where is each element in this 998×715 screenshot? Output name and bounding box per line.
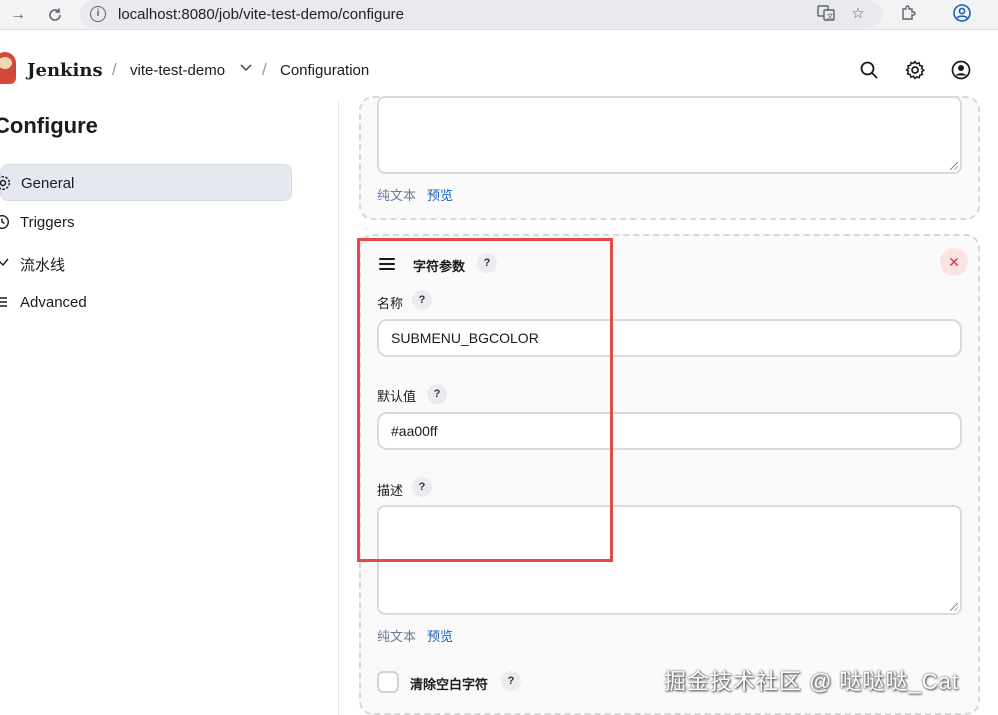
breadcrumb-separator: / bbox=[112, 60, 117, 79]
url-text: localhost:8080/job/vite-test-demo/config… bbox=[118, 6, 404, 23]
preview-link[interactable]: 预览 bbox=[427, 185, 453, 204]
address-bar[interactable]: i localhost:8080/job/vite-test-demo/conf… bbox=[80, 0, 882, 28]
advanced-icon bbox=[0, 294, 10, 310]
reload-icon[interactable] bbox=[43, 3, 67, 27]
sidebar-item-label: Triggers bbox=[20, 214, 75, 231]
brand-name[interactable]: Jenkins bbox=[27, 60, 103, 81]
resize-grip-icon[interactable] bbox=[950, 162, 958, 170]
page-title: Configure bbox=[0, 113, 98, 138]
highlight-box bbox=[357, 238, 613, 562]
user-account-icon[interactable] bbox=[951, 60, 971, 80]
clock-icon bbox=[0, 214, 10, 230]
sidebar-item-triggers[interactable]: Triggers bbox=[0, 204, 292, 241]
svg-text:文: 文 bbox=[827, 12, 834, 21]
trim-checkbox[interactable] bbox=[377, 671, 399, 693]
pipeline-icon bbox=[0, 254, 10, 270]
gear-icon bbox=[0, 175, 11, 191]
sidebar-item-advanced[interactable]: Advanced bbox=[0, 284, 292, 321]
forward-icon[interactable]: → bbox=[6, 3, 30, 27]
translate-icon[interactable]: 文 bbox=[816, 4, 836, 24]
breadcrumb-separator: / bbox=[262, 60, 267, 79]
plain-text-link[interactable]: 纯文本 bbox=[377, 185, 416, 204]
resize-grip-icon[interactable] bbox=[950, 603, 958, 611]
profile-icon[interactable] bbox=[952, 4, 972, 24]
preview-link[interactable]: 预览 bbox=[427, 626, 453, 645]
jenkins-header: Jenkins / vite-test-demo / Configuration bbox=[0, 38, 998, 102]
bookmark-star-icon[interactable]: ☆ bbox=[848, 4, 868, 24]
sidebar-item-label: 流水线 bbox=[20, 257, 66, 274]
chevron-down-icon[interactable] bbox=[238, 59, 254, 75]
sidebar-item-general[interactable]: General bbox=[0, 164, 292, 201]
breadcrumb-job[interactable]: vite-test-demo bbox=[130, 62, 225, 79]
jenkins-logo[interactable] bbox=[0, 52, 16, 84]
browser-toolbar: → i localhost:8080/job/vite-test-demo/co… bbox=[0, 0, 998, 30]
sidebar-item-label: General bbox=[21, 175, 75, 192]
help-icon[interactable]: ? bbox=[501, 671, 521, 691]
gear-icon[interactable] bbox=[905, 60, 926, 80]
plain-text-link[interactable]: 纯文本 bbox=[377, 626, 416, 645]
watermark-text: 掘金技术社区 @ 哒哒哒_Cat bbox=[664, 669, 960, 694]
extensions-icon[interactable] bbox=[898, 4, 918, 24]
site-info-icon[interactable]: i bbox=[90, 6, 106, 22]
trim-checkbox-label[interactable]: 清除空白字符 bbox=[410, 674, 488, 693]
sidebar-item-label: Advanced bbox=[20, 294, 87, 311]
sidebar-item-pipeline[interactable]: 流水线 bbox=[0, 244, 292, 281]
breadcrumb-current: Configuration bbox=[280, 62, 370, 79]
previous-description-textarea[interactable] bbox=[377, 96, 962, 174]
remove-parameter-button[interactable]: ✕ bbox=[940, 248, 968, 276]
search-icon[interactable] bbox=[859, 60, 879, 80]
sidebar-divider bbox=[338, 102, 339, 715]
